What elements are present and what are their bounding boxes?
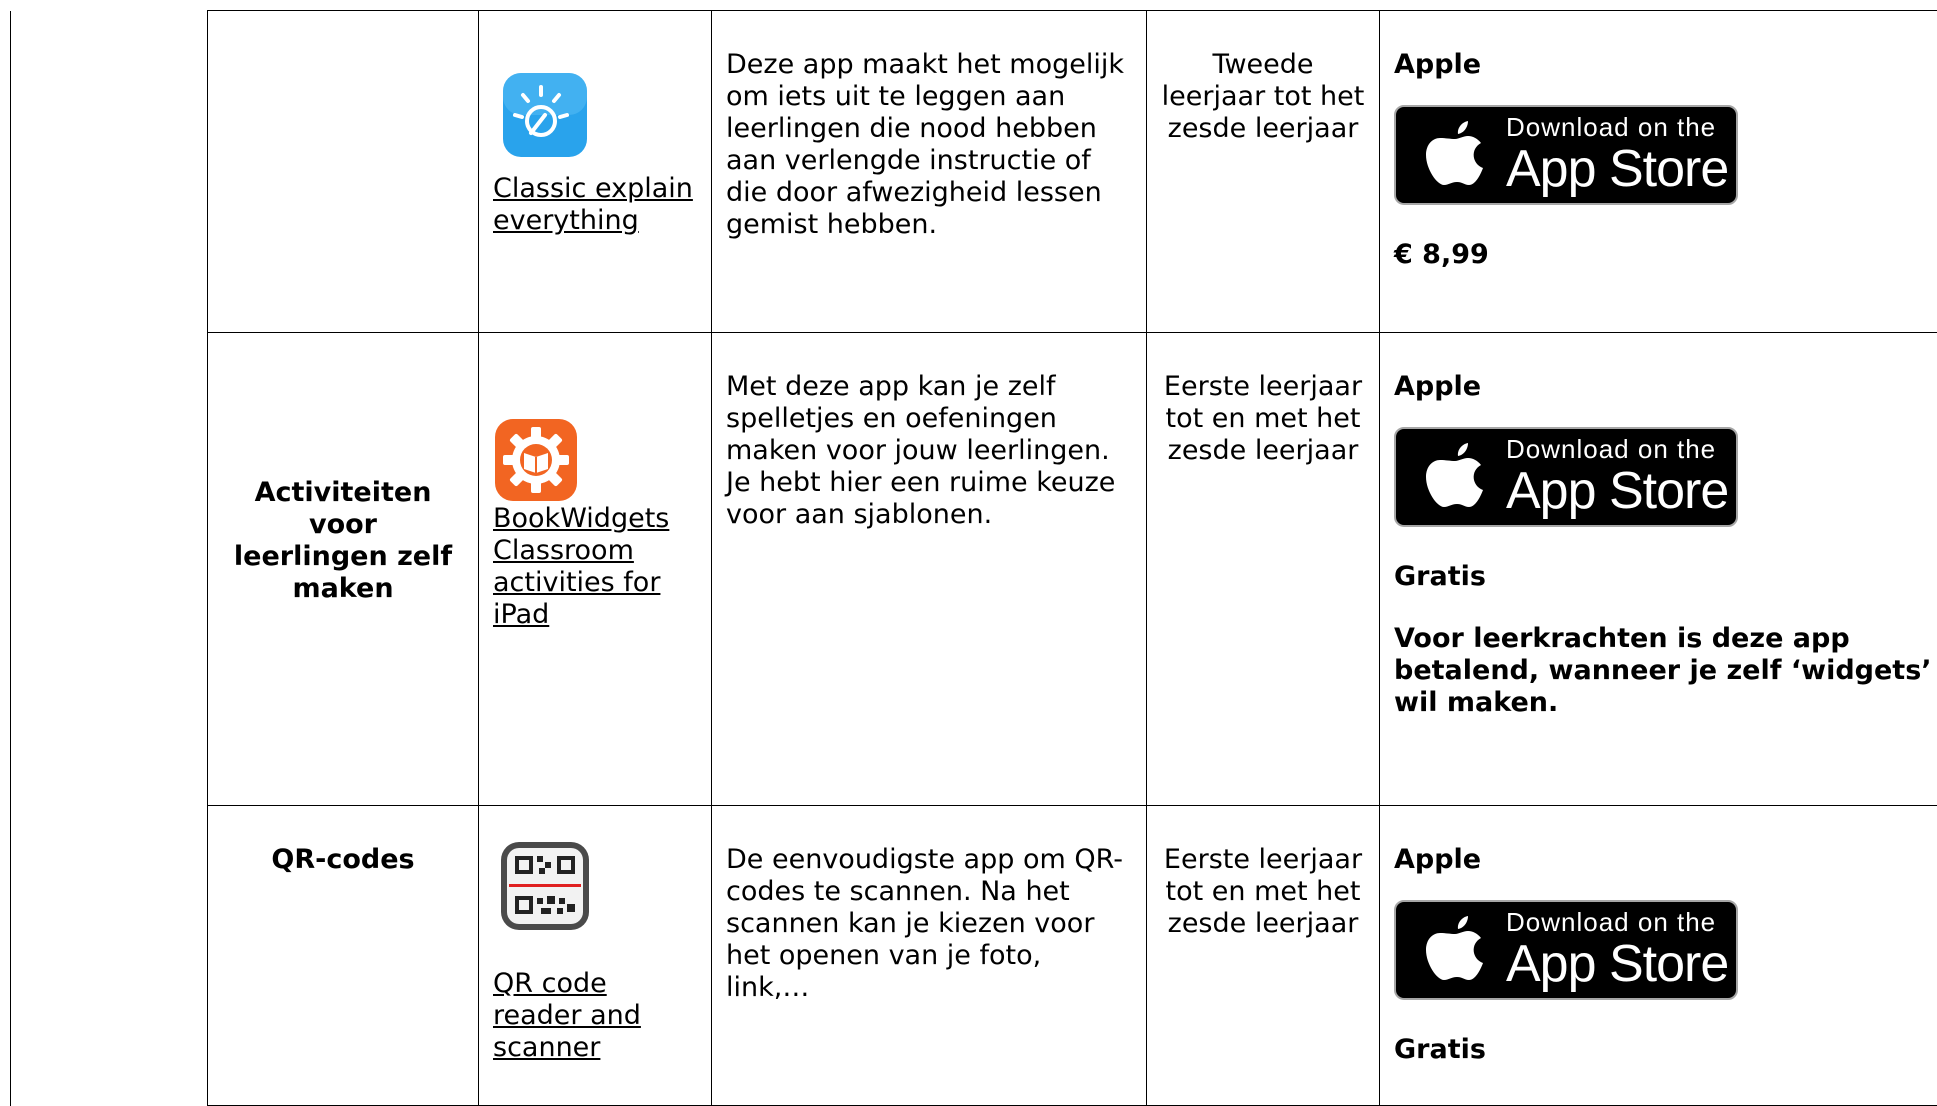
bookwidgets-icon: [493, 417, 579, 503]
store-cell: Apple Download on the App Store Gratis V…: [1380, 333, 1937, 806]
category-label: QR-codes: [208, 806, 478, 876]
description-cell: Met deze app kan je zelf spelletjes en o…: [712, 333, 1147, 806]
app-description: Deze app maakt het mogelijk om iets uit …: [712, 11, 1146, 241]
category-cell: [208, 11, 479, 333]
app-store-badge[interactable]: Download on the App Store: [1394, 900, 1738, 1000]
table-row: QR-codes: [11, 806, 1937, 1106]
blank-column-cell: [11, 333, 208, 806]
category-cell: QR-codes: [208, 806, 479, 1106]
price-label: Gratis: [1394, 1034, 1937, 1066]
apple-logo-icon: [1424, 912, 1486, 988]
qr-scanner-icon: [499, 840, 591, 932]
description-cell: De eenvoudigste app om QR-codes te scann…: [712, 806, 1147, 1106]
blank-column-cell: [11, 806, 208, 1106]
grade-cell: Eerste leerjaar tot en met het zesde lee…: [1147, 333, 1380, 806]
price-label: € 8,99: [1394, 239, 1937, 271]
badge-small-text: Download on the: [1506, 113, 1728, 141]
table-row: Activiteiten voor leerlingen zelf maken: [11, 333, 1937, 806]
apps-table: Classic explain everything Deze app maak…: [10, 10, 1937, 1106]
app-cell: Classic explain everything: [479, 11, 712, 333]
store-cell: Apple Download on the App Store € 8,99: [1380, 11, 1937, 333]
description-cell: Deze app maakt het mogelijk om iets uit …: [712, 11, 1147, 333]
grade-range: Eerste leerjaar tot en met het zesde lee…: [1147, 806, 1379, 940]
platform-label: Apple: [1394, 49, 1937, 81]
app-store-badge[interactable]: Download on the App Store: [1394, 427, 1738, 527]
apple-logo-icon: [1424, 117, 1486, 193]
blank-column-cell: [11, 11, 208, 333]
apple-logo-icon: [1424, 439, 1486, 515]
app-cell: BookWidgets Classroom activities for iPa…: [479, 333, 712, 806]
app-link-qr-reader[interactable]: QR code reader and scanner: [493, 968, 697, 1064]
badge-big-text: App Store: [1506, 936, 1728, 992]
app-cell: QR code reader and scanner: [479, 806, 712, 1106]
grade-range: Tweede leerjaar tot het zesde leerjaar: [1147, 11, 1379, 145]
app-description: Met deze app kan je zelf spelletjes en o…: [712, 333, 1146, 531]
price-label: Gratis: [1394, 561, 1937, 593]
badge-big-text: App Store: [1506, 141, 1728, 197]
grade-cell: Eerste leerjaar tot en met het zesde lee…: [1147, 806, 1380, 1106]
store-cell: Apple Download on the App Store Gratis: [1380, 806, 1937, 1106]
app-description: De eenvoudigste app om QR-codes te scann…: [712, 806, 1146, 1004]
badge-small-text: Download on the: [1506, 908, 1728, 936]
category-cell: Activiteiten voor leerlingen zelf maken: [208, 333, 479, 806]
platform-label: Apple: [1394, 844, 1937, 876]
explain-everything-icon: [501, 71, 589, 159]
teacher-note: Voor leerkrachten is deze app betalend, …: [1394, 623, 1937, 719]
badge-big-text: App Store: [1506, 463, 1728, 519]
badge-small-text: Download on the: [1506, 435, 1728, 463]
platform-label: Apple: [1394, 371, 1937, 403]
table-row: Classic explain everything Deze app maak…: [11, 11, 1937, 333]
app-link-bookwidgets[interactable]: BookWidgets Classroom activities for iPa…: [493, 503, 697, 631]
grade-cell: Tweede leerjaar tot het zesde leerjaar: [1147, 11, 1380, 333]
app-link-explain-everything[interactable]: Classic explain everything: [493, 173, 697, 237]
grade-range: Eerste leerjaar tot en met het zesde lee…: [1147, 333, 1379, 467]
app-store-badge[interactable]: Download on the App Store: [1394, 105, 1738, 205]
document-page: Classic explain everything Deze app maak…: [0, 0, 1937, 1103]
category-label: Activiteiten voor leerlingen zelf maken: [208, 477, 478, 605]
